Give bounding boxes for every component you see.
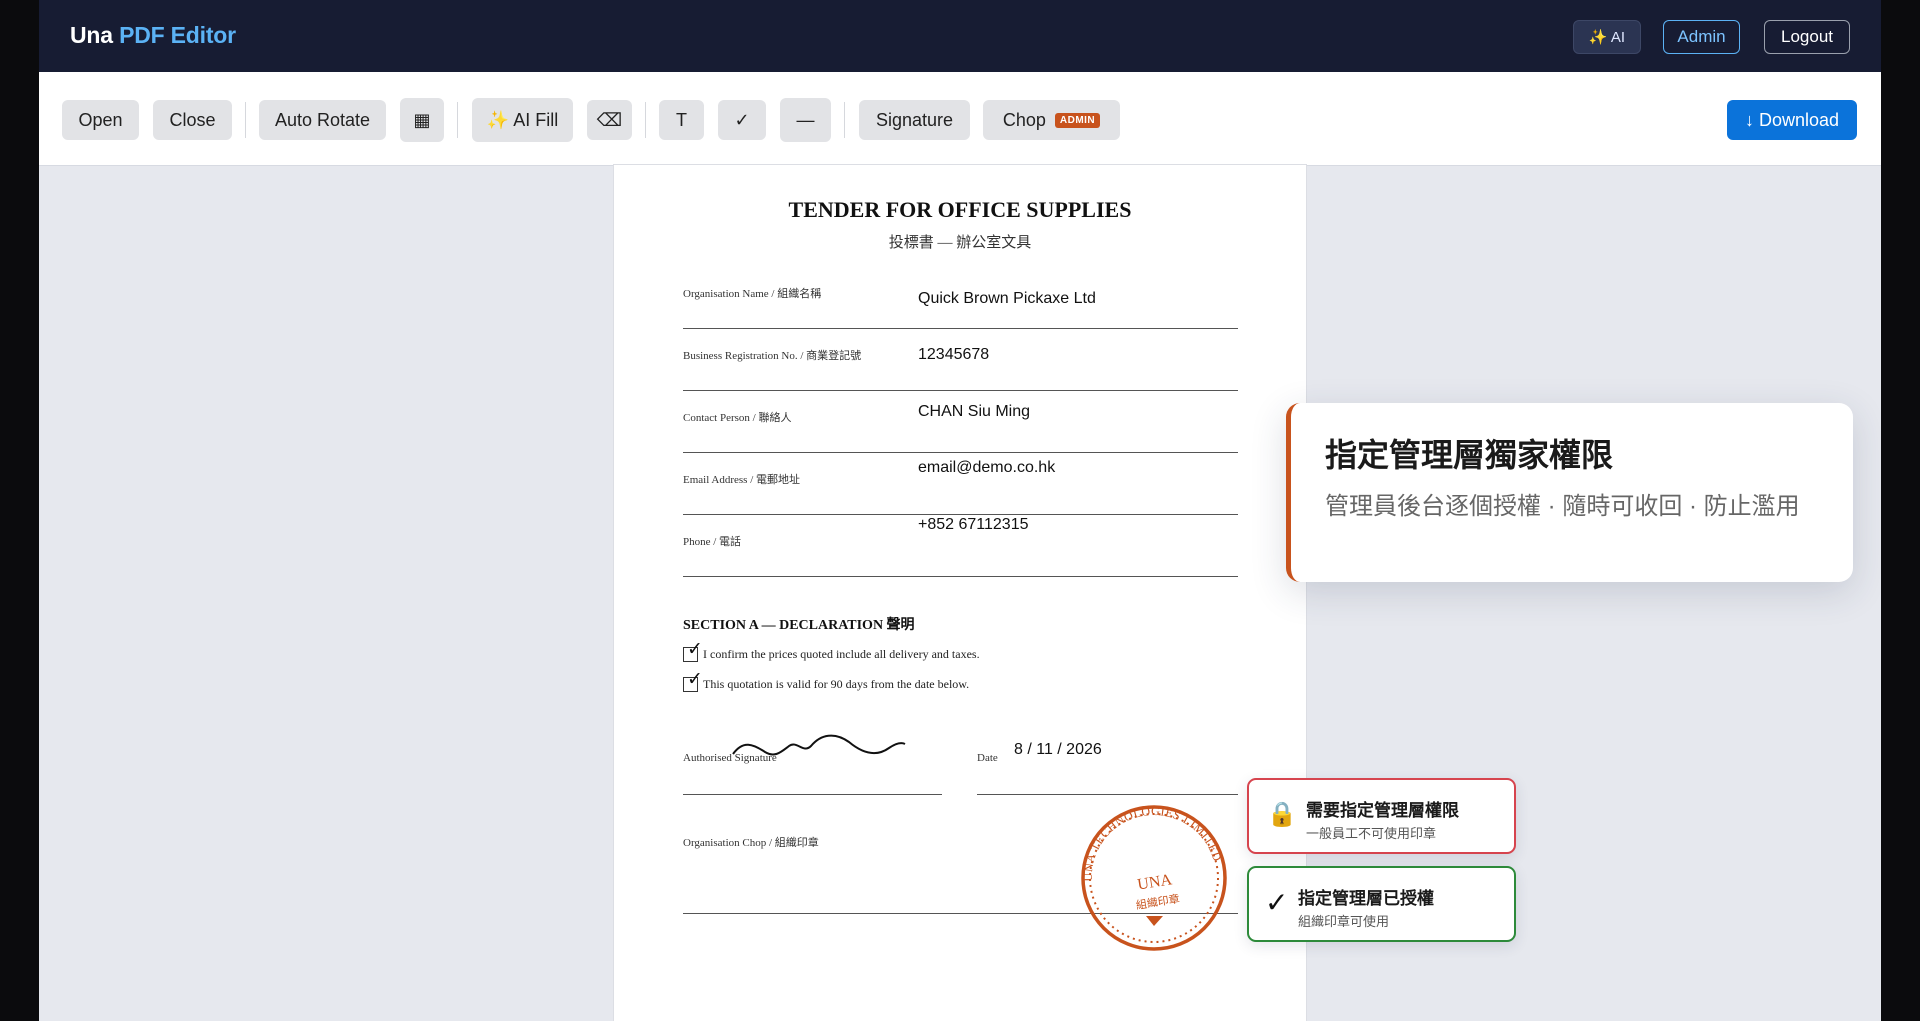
document-subtitle: 投標書 — 辦公室文具 — [888, 235, 1032, 251]
date-label: Date — [977, 752, 998, 764]
field-underline — [683, 328, 1238, 329]
notice-title: 指定管理層已授權 — [1298, 889, 1434, 908]
admin-badge: ADMIN — [1054, 112, 1101, 128]
declaration-text: I confirm the prices quoted include all … — [703, 647, 980, 661]
field-underline — [683, 390, 1238, 391]
stamp-center-subtext: 組織印章 — [1135, 891, 1181, 912]
text-tool-button[interactable]: T — [659, 100, 704, 140]
organisation-stamp[interactable]: UNA TECHNOLOGIES LIMITED UNA 組織印章 — [1070, 799, 1240, 959]
open-button[interactable]: Open — [62, 100, 139, 140]
date-field[interactable]: 8 / 11 / 2026 — [1014, 741, 1102, 759]
phone-field[interactable]: +852 67112315 — [918, 516, 1028, 534]
callout-title: 指定管理層獨家權限 — [1325, 437, 1614, 473]
line-tool-button[interactable]: — — [780, 98, 831, 142]
callout-subtitle: 管理員後台逐個授權 · 隨時可收回 · 防止濫用 — [1325, 493, 1800, 520]
editor-toolbar: Open Close Auto Rotate ▦ ✨ AI Fill ⌫ T ✓… — [39, 72, 1881, 166]
toolbar-divider — [645, 102, 646, 138]
app-window: Una PDF Editor ✨ AI Admin Logout Open Cl… — [39, 0, 1881, 1021]
notice-subtitle: 一般員工不可使用印章 — [1306, 826, 1437, 841]
toolbar-divider — [457, 102, 458, 138]
section-heading: SECTION A — DECLARATION 聲明 — [683, 618, 915, 633]
email-address-field[interactable]: email@demo.co.hk — [918, 459, 1055, 477]
check-tool-button[interactable]: ✓ — [718, 100, 766, 140]
toolbar-divider — [844, 102, 845, 138]
logout-button[interactable]: Logout — [1764, 20, 1850, 54]
chop-label: Organisation Chop / 組織印章 — [683, 837, 819, 849]
app-header: Una PDF Editor ✨ AI Admin Logout — [39, 0, 1881, 72]
field-underline — [683, 452, 1238, 453]
field-underline — [683, 514, 1238, 515]
auto-rotate-button[interactable]: Auto Rotate — [259, 100, 386, 140]
admin-permission-callout: 指定管理層獨家權限 管理員後台逐個授權 · 隨時可收回 · 防止濫用 — [1286, 403, 1853, 582]
field-label: Contact Person / 聯絡人 — [683, 412, 792, 424]
checkmark-icon: ✓ — [687, 669, 703, 690]
document-title: TENDER FOR OFFICE SUPPLIES — [788, 197, 1132, 222]
field-label: Organisation Name / 組織名稱 — [683, 288, 822, 300]
chop-button[interactable]: Chop ADMIN — [983, 100, 1120, 140]
contact-person-field[interactable]: CHAN Siu Ming — [918, 403, 1030, 421]
field-label: Email Address / 電郵地址 — [683, 474, 801, 486]
notice-subtitle: 組織印章可使用 — [1298, 914, 1390, 929]
ai-button[interactable]: ✨ AI — [1573, 20, 1641, 54]
permission-granted-notice: ✓ 指定管理層已授權 組織印章可使用 — [1247, 866, 1516, 942]
admin-button[interactable]: Admin — [1663, 20, 1740, 54]
stamp-triangle-icon — [1146, 916, 1163, 926]
brand-product: PDF Editor — [119, 22, 236, 48]
field-underline — [683, 576, 1238, 577]
checkmark-icon: ✓ — [1265, 887, 1289, 918]
signature-line — [683, 794, 942, 795]
checkmark-icon: ✓ — [687, 639, 703, 660]
organisation-name-field[interactable]: Quick Brown Pickaxe Ltd — [918, 290, 1096, 308]
grid-icon[interactable]: ▦ — [400, 98, 444, 142]
pdf-page[interactable]: TENDER FOR OFFICE SUPPLIES 投標書 — 辦公室文具 O… — [614, 165, 1306, 1021]
chop-label: Chop — [1002, 109, 1046, 130]
download-button[interactable]: ↓ Download — [1727, 100, 1857, 140]
lock-icon: 🔒 — [1267, 801, 1297, 828]
date-line — [977, 794, 1238, 795]
handwritten-signature[interactable] — [731, 730, 906, 766]
ai-fill-button[interactable]: ✨ AI Fill — [472, 98, 573, 142]
business-registration-field[interactable]: 12345678 — [918, 346, 989, 364]
permission-required-notice: 🔒 需要指定管理層權限 一般員工不可使用印章 — [1247, 778, 1516, 854]
notice-title: 需要指定管理層權限 — [1306, 801, 1459, 820]
field-label: Business Registration No. / 商業登記號 — [683, 350, 862, 362]
eraser-icon[interactable]: ⌫ — [587, 100, 632, 140]
declaration-text: This quotation is valid for 90 days from… — [703, 677, 970, 691]
close-button[interactable]: Close — [153, 100, 232, 140]
app-brand: Una PDF Editor — [70, 22, 236, 49]
signature-button[interactable]: Signature — [859, 100, 970, 140]
field-label: Phone / 電話 — [683, 536, 742, 548]
stamp-center-text: UNA — [1136, 871, 1173, 893]
toolbar-divider — [245, 102, 246, 138]
brand-name: Una — [70, 22, 113, 48]
